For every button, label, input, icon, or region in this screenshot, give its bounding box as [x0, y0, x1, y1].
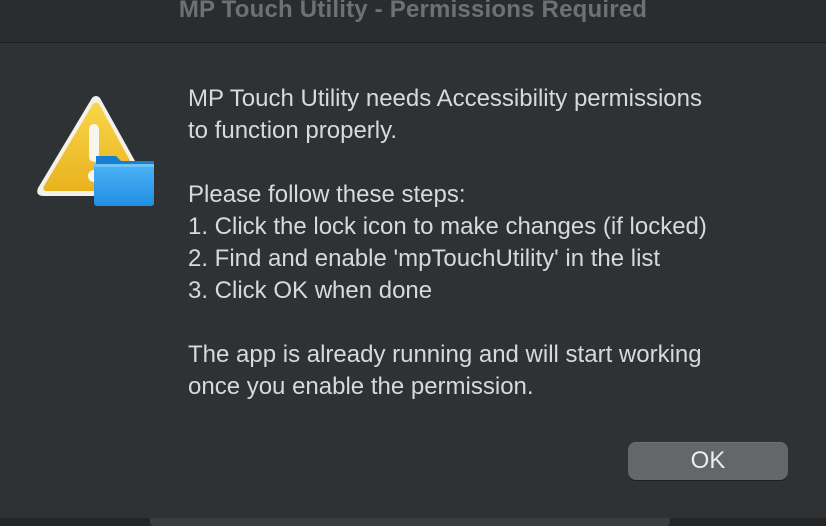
window-title: MP Touch Utility - Permissions Required [178, 0, 648, 23]
title-bar[interactable]: MP Touch Utility - Permissions Required [0, 0, 826, 43]
background-window-panel [150, 518, 670, 526]
footer-line: once you enable the permission. [188, 373, 534, 400]
ok-button[interactable]: OK [628, 442, 788, 480]
message-line: to function properly. [188, 117, 398, 144]
dialog-message: MP Touch Utility needs Accessibility per… [188, 83, 808, 403]
footer-line: The app is already running and will star… [188, 341, 702, 368]
step-item: 2. Find and enable 'mpTouchUtility' in t… [188, 245, 661, 272]
background-window-edge [0, 518, 826, 526]
step-item: 1. Click the lock icon to make changes (… [188, 213, 707, 240]
message-line: MP Touch Utility needs Accessibility per… [188, 85, 702, 112]
steps-heading: Please follow these steps: [188, 181, 466, 208]
permissions-dialog-window: MP Touch Utility - Permissions Required … [0, 0, 826, 526]
warning-folder-icon [37, 96, 154, 206]
step-item: 3. Click OK when done [188, 277, 433, 304]
